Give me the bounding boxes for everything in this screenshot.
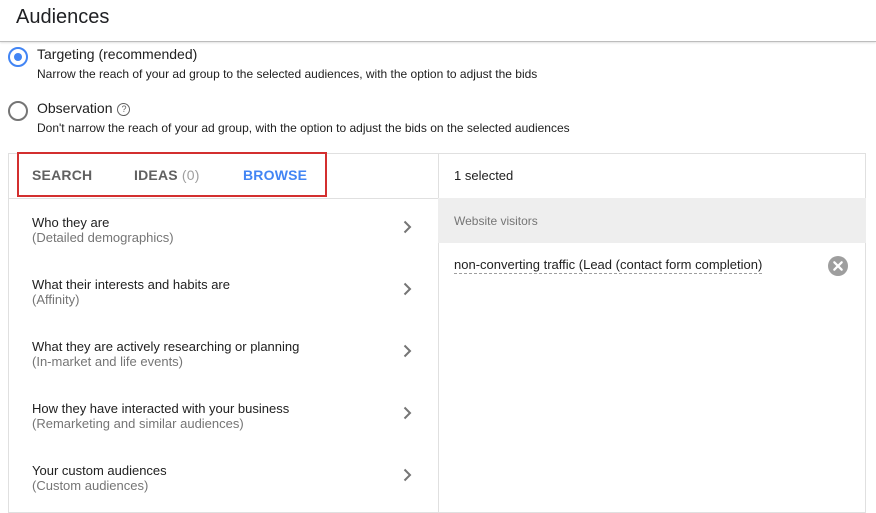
chevron-right-icon <box>403 220 412 234</box>
browse-item-title: What their interests and habits are <box>32 277 230 292</box>
selected-audience-item: non-converting traffic (Lead (contact fo… <box>438 243 866 287</box>
tab-ideas-count: (0) <box>181 167 200 183</box>
targeting-radio[interactable] <box>8 47 28 67</box>
browse-item-title: What they are actively researching or pl… <box>32 339 300 354</box>
observation-radio[interactable] <box>8 101 28 121</box>
observation-description: Don't narrow the reach of your ad group,… <box>37 121 570 135</box>
tab-ideas-label: IDEAS <box>134 167 178 183</box>
browse-item-subtitle: (Detailed demographics) <box>32 230 174 245</box>
browse-item-subtitle: (Affinity) <box>32 292 80 307</box>
tab-search[interactable]: SEARCH <box>32 167 92 183</box>
selected-count: 1 selected <box>454 168 514 183</box>
help-circle-icon[interactable]: ? <box>117 103 131 116</box>
selected-header: 1 selected <box>438 154 866 199</box>
browse-item-subtitle: (In-market and life events) <box>32 354 184 369</box>
browse-pane: SEARCH IDEAS (0) BROWSE Who they are (De… <box>9 152 439 512</box>
browse-item-custom-audiences[interactable]: Your custom audiences (Custom audiences) <box>9 447 437 509</box>
observation-label-row: Observation? <box>37 100 131 116</box>
browse-item-in-market[interactable]: What they are actively researching or pl… <box>9 323 437 385</box>
observation-label: Observation <box>37 100 113 116</box>
browse-item-title: How they have interacted with your busin… <box>32 401 290 416</box>
page-header: Audiences <box>0 0 876 42</box>
tab-ideas[interactable]: IDEAS (0) <box>134 167 200 183</box>
audience-panel: SEARCH IDEAS (0) BROWSE Who they are (De… <box>8 152 866 513</box>
selected-group-header: Website visitors <box>438 198 866 243</box>
browse-item-title: Who they are <box>32 215 110 230</box>
chevron-right-icon <box>403 468 412 482</box>
browse-item-subtitle: (Remarketing and similar audiences) <box>32 416 244 431</box>
remove-circle-icon[interactable] <box>828 256 848 276</box>
browse-item-remarketing[interactable]: How they have interacted with your busin… <box>9 385 437 447</box>
chevron-right-icon <box>403 406 412 420</box>
selected-pane: 1 selected Website visitors non-converti… <box>438 154 866 512</box>
browse-item-title: Your custom audiences <box>32 463 167 478</box>
targeting-label: Targeting (recommended) <box>37 46 198 62</box>
tab-browse[interactable]: BROWSE <box>243 167 307 183</box>
selected-group-label: Website visitors <box>454 214 538 228</box>
targeting-description: Narrow the reach of your ad group to the… <box>37 67 538 81</box>
browse-item-affinity[interactable]: What their interests and habits are (Aff… <box>9 261 437 323</box>
page-title: Audiences <box>16 6 110 28</box>
active-tab-indicator <box>220 195 325 197</box>
selected-audience-label[interactable]: non-converting traffic (Lead (contact fo… <box>454 257 763 274</box>
chevron-right-icon <box>403 282 412 296</box>
browse-item-detailed-demographics[interactable]: Who they are (Detailed demographics) <box>9 199 437 261</box>
browse-item-subtitle: (Custom audiences) <box>32 478 149 493</box>
chevron-right-icon <box>403 344 412 358</box>
tab-bar: SEARCH IDEAS (0) BROWSE <box>9 152 438 199</box>
